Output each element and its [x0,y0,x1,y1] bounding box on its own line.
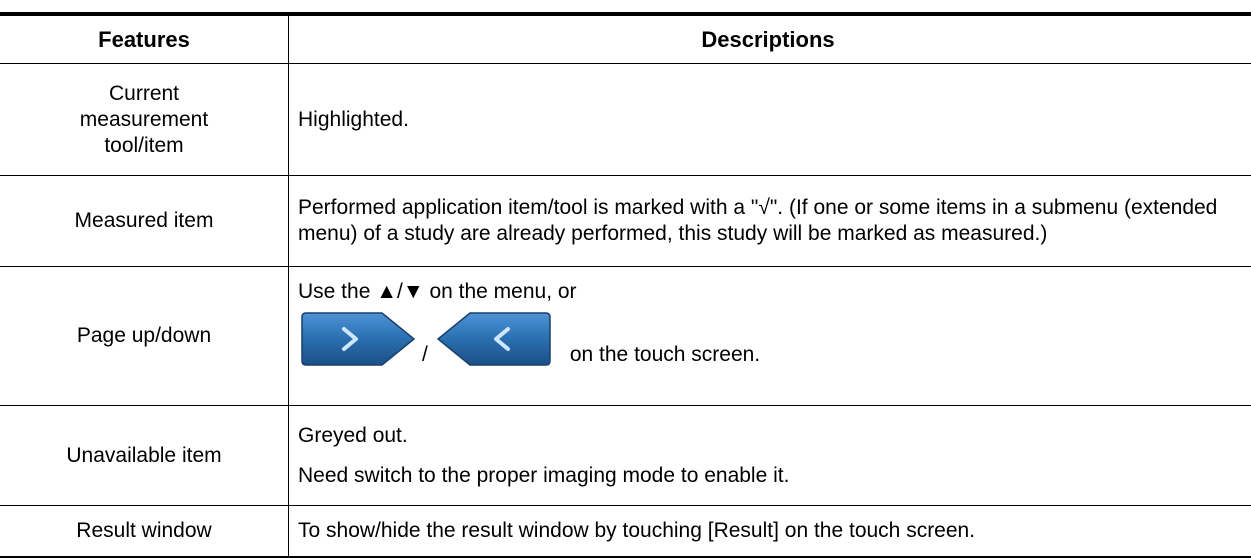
features-table: Features Descriptions Current measuremen… [0,0,1251,558]
page-back-icon [436,312,551,366]
table-row-description: To show/hide the result window by touchi… [298,519,976,542]
touch-button-row: / on the touch screen. [298,311,760,367]
table-row-feature: Result window [76,519,212,542]
table-row-feature: Page up/down [76,324,212,347]
table-row-description: Greyed out. Need switch to the proper im… [298,423,790,487]
page-forward-icon [301,312,416,366]
page-nav-description: Use the ▲/▼ on the menu, or / on the tou… [298,280,761,367]
header-features: Features [98,26,190,52]
table-row-feature: Current measurement tool/item [79,81,209,157]
table-row-description: Use the ▲/▼ on the menu, or / on the tou… [289,267,1251,405]
header-descriptions: Descriptions [701,26,835,52]
table-row-description: Performed application item/tool is marke… [298,196,1218,245]
table-row-feature: Unavailable item [66,443,222,467]
table-row-feature: Measured item [74,209,214,232]
table-row-description: Highlighted. [298,107,409,131]
